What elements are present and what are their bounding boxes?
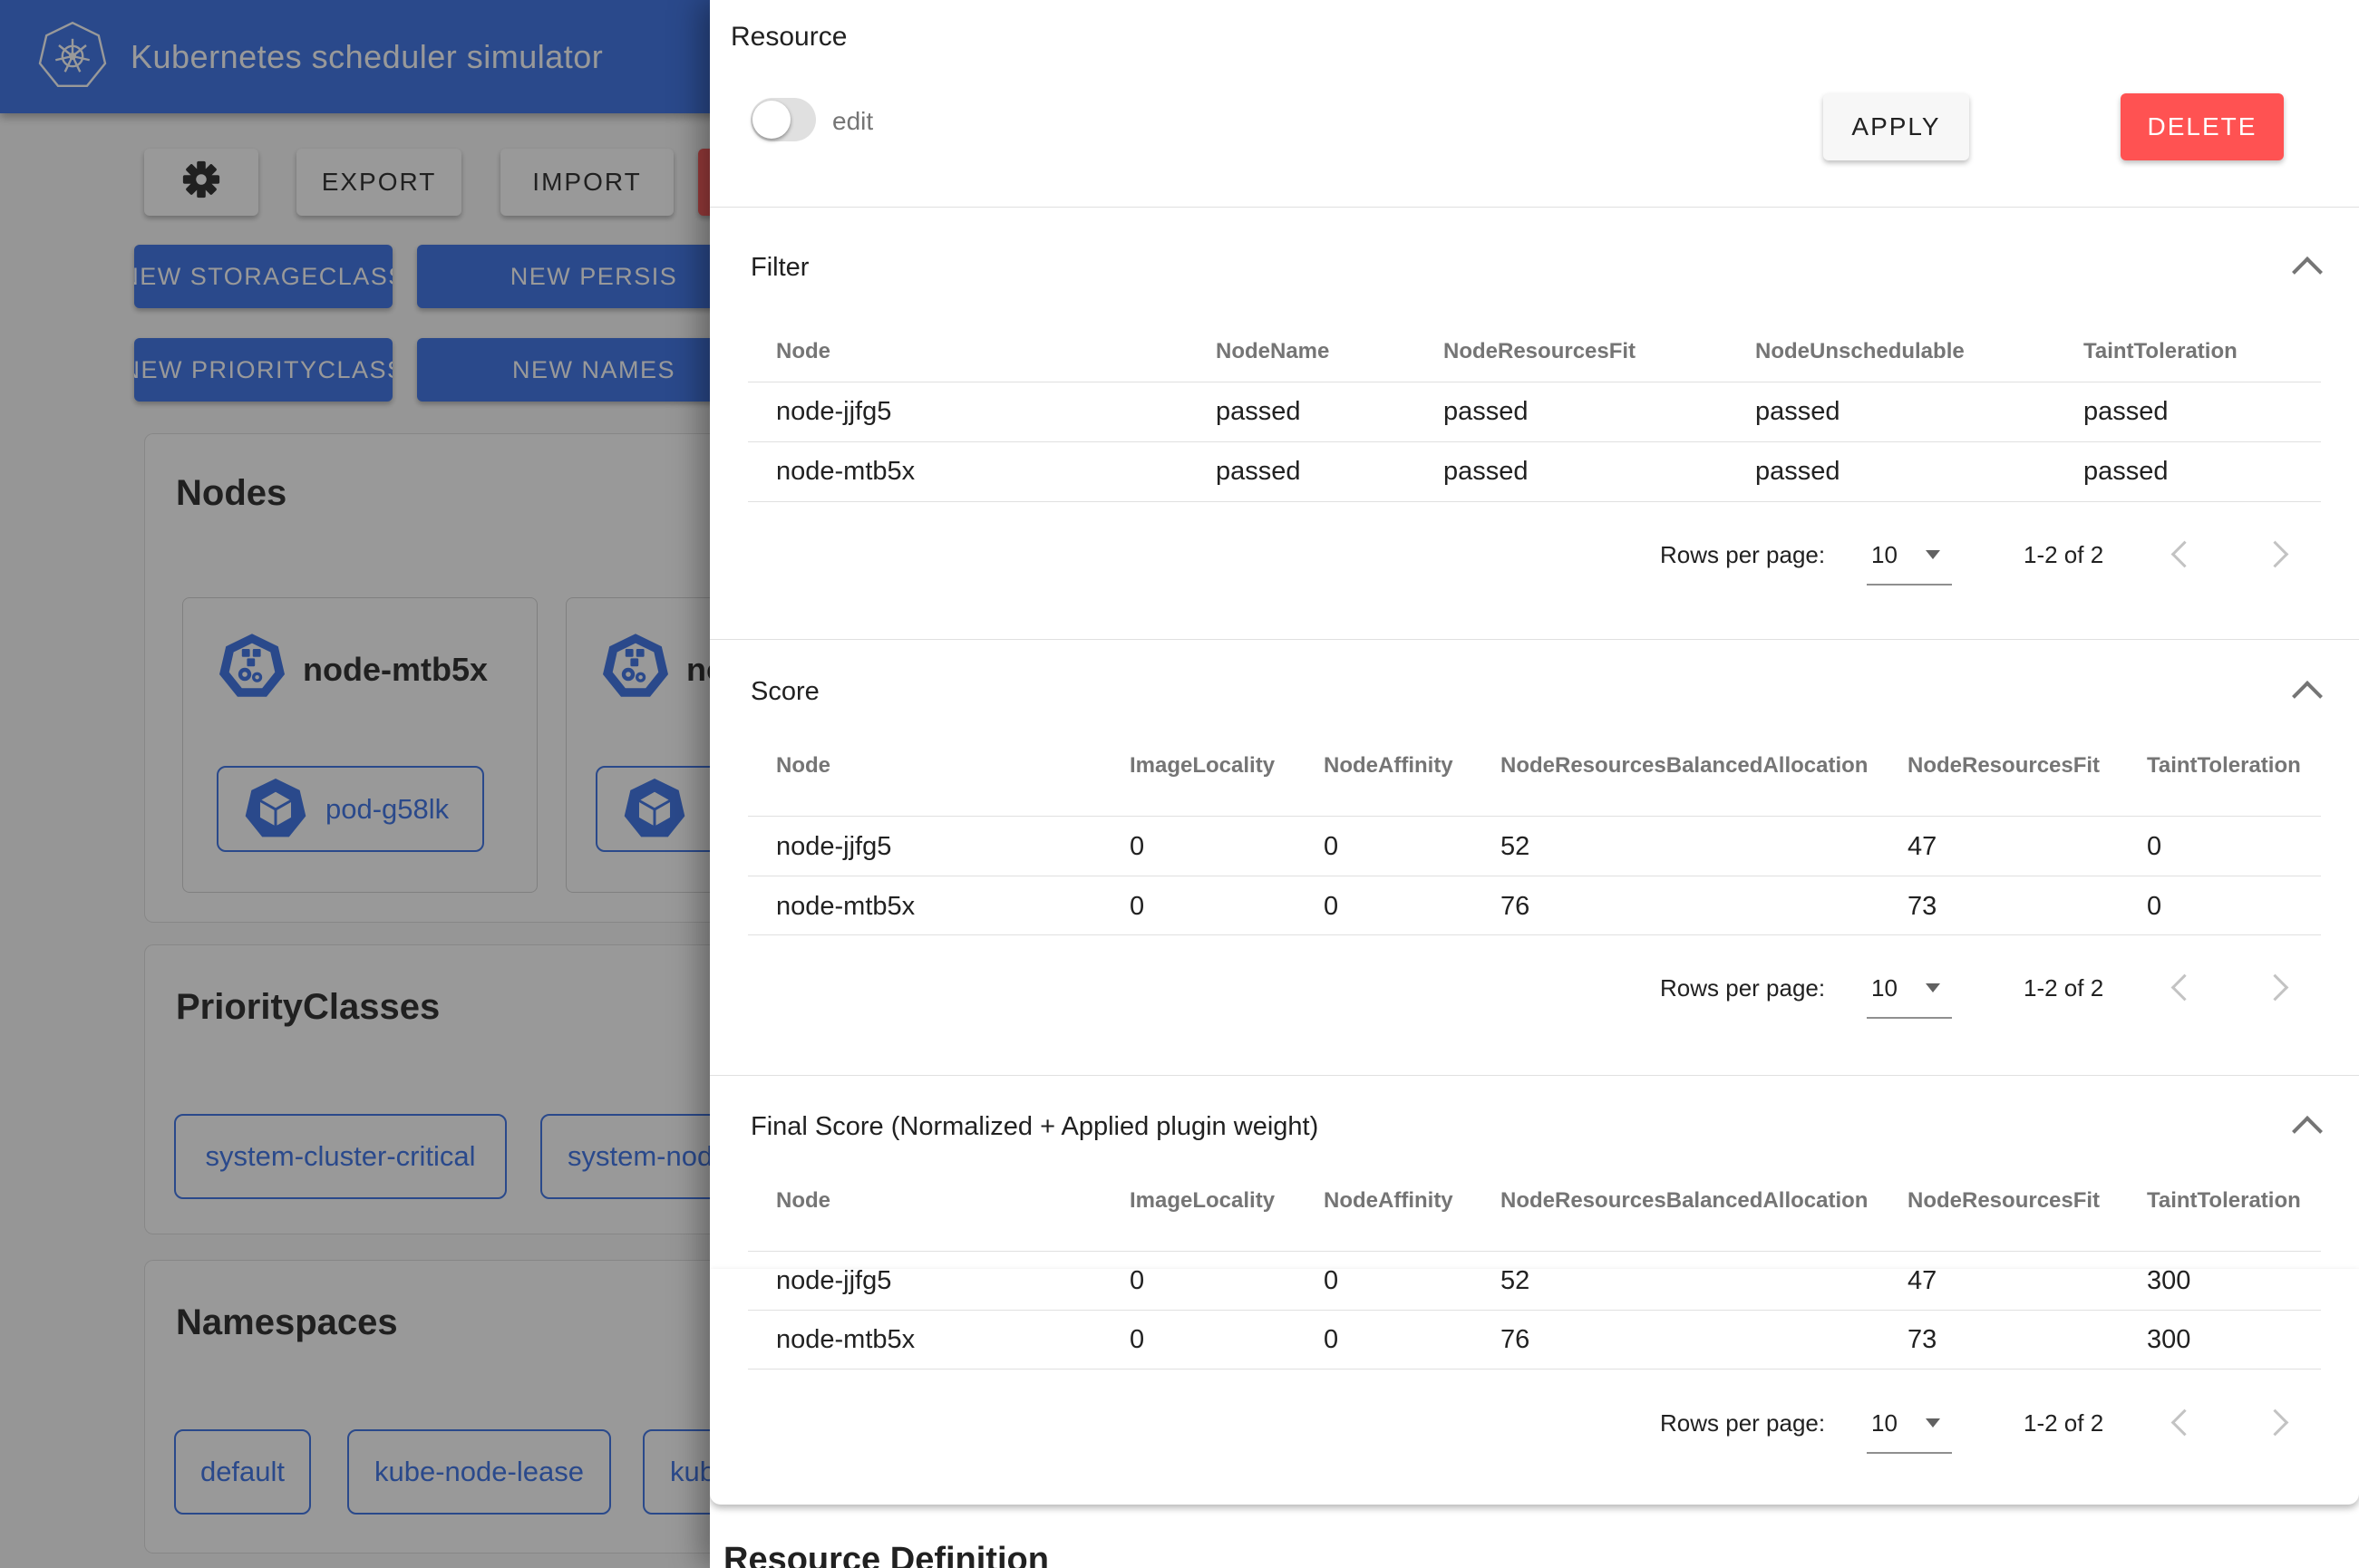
collapse-chevron-icon[interactable] [2292,256,2323,287]
table-divider [748,501,2321,502]
table-divider [748,1369,2321,1370]
table-cell: passed [1216,399,1301,425]
table-cell: 300 [2147,1327,2190,1353]
select-underline [1867,1017,1952,1019]
table-cell: 0 [1130,1327,1144,1353]
node-name-cell: node-mtb5x [776,459,915,485]
table-header-cell: ImageLocality [1130,755,1275,777]
table-cell: 73 [1908,1327,1937,1353]
next-page-icon[interactable] [2262,1409,2289,1437]
table-cell: 47 [1908,834,1937,860]
node-name-cell: node-jjfg5 [776,834,891,860]
table-cell: passed [1443,459,1529,485]
table-header-cell: NodeResourcesBalancedAllocation [1500,1190,1868,1212]
node-name-cell: node-jjfg5 [776,399,891,425]
table-header-cell: Node [776,1190,830,1212]
table-header-cell: ImageLocality [1130,1190,1275,1212]
table-cell: 76 [1500,894,1529,920]
table-cell: 300 [2147,1268,2190,1294]
page-root: Kubernetes scheduler simulator EXPORT IM… [0,0,2359,1568]
dropdown-arrow-icon[interactable] [1926,983,1940,992]
table-cell: 0 [1130,1268,1144,1294]
table-cell: 0 [1324,1327,1338,1353]
rows-per-page-select[interactable]: 10 [1871,543,1898,566]
next-page-icon[interactable] [2262,541,2289,568]
table-cell: 47 [1908,1268,1937,1294]
table-header-cell: Node [776,755,830,777]
section-title: Score [751,679,820,705]
table-cell: 0 [1324,1268,1338,1294]
table-header-cell: NodeResourcesFit [1908,755,2100,777]
node-name-cell: node-mtb5x [776,1327,915,1353]
pagination-range: 1-2 of 2 [2024,543,2103,566]
table-header-cell: NodeResourcesBalancedAllocation [1500,755,1868,777]
next-page-icon[interactable] [2262,974,2289,1002]
section-title: Final Score (Normalized + Applied plugin… [751,1114,1318,1140]
table-cell: passed [2083,459,2169,485]
table-cell: 0 [2147,894,2161,920]
rows-per-page-label: Rows per page: [1660,543,1825,566]
rows-per-page-select[interactable]: 10 [1871,976,1898,1000]
pagination-range: 1-2 of 2 [2024,976,2103,1000]
table-cell: passed [1755,399,1840,425]
dropdown-arrow-icon[interactable] [1926,550,1940,559]
table-cell: 76 [1500,1327,1529,1353]
table-header-cell: NodeResourcesFit [1443,341,1636,363]
dropdown-arrow-icon[interactable] [1926,1418,1940,1428]
table-divider [748,934,2321,935]
table-cell: 0 [1130,834,1144,860]
table-divider [748,1310,2321,1311]
node-name-cell: node-mtb5x [776,894,915,920]
table-cell: 0 [1324,834,1338,860]
table-header-cell: NodeAffinity [1324,1190,1453,1212]
rows-per-page-label: Rows per page: [1660,1411,1825,1435]
table-cell: 0 [1324,894,1338,920]
table-cell: 52 [1500,1268,1529,1294]
rows-per-page-label: Rows per page: [1660,976,1825,1000]
table-header-cell: TaintToleration [2147,1190,2301,1212]
collapse-chevron-icon[interactable] [2292,681,2323,711]
drawer-sections: Filter Node NodeName NodeResourcesFit NodeUn… [710,0,2359,1568]
table-cell: 52 [1500,834,1529,860]
table-header-cell: NodeAffinity [1324,755,1453,777]
rows-per-page-select[interactable]: 10 [1871,1411,1898,1435]
resource-definition-title: Resource Definition [723,1541,1049,1568]
section-title: Filter [751,255,809,281]
table-divider [748,816,2321,817]
previous-page-icon[interactable] [2171,974,2199,1002]
table-cell: 73 [1908,894,1937,920]
table-cell: passed [1216,459,1301,485]
table-cell: 0 [1130,894,1144,920]
select-underline [1867,1452,1952,1454]
table-header-cell: Node [776,341,830,363]
previous-page-icon[interactable] [2171,541,2199,568]
table-header-cell: NodeUnschedulable [1755,341,1965,363]
table-header-cell: TaintToleration [2083,341,2238,363]
collapse-chevron-icon[interactable] [2292,1116,2323,1147]
table-header-cell: TaintToleration [2147,755,2301,777]
table-divider [748,1251,2321,1252]
table-header-cell: NodeName [1216,341,1329,363]
table-header-cell: NodeResourcesFit [1908,1190,2100,1212]
pagination-range: 1-2 of 2 [2024,1411,2103,1435]
table-cell: passed [1443,399,1529,425]
select-underline [1867,584,1952,586]
table-cell: 0 [2147,834,2161,860]
table-divider [748,441,2321,442]
table-cell: passed [2083,399,2169,425]
table-cell: passed [1755,459,1840,485]
node-name-cell: node-jjfg5 [776,1268,891,1294]
previous-page-icon[interactable] [2171,1409,2199,1437]
resource-drawer: Resource edit APPLY DELETE FilterNodeNod… [710,0,2359,1568]
